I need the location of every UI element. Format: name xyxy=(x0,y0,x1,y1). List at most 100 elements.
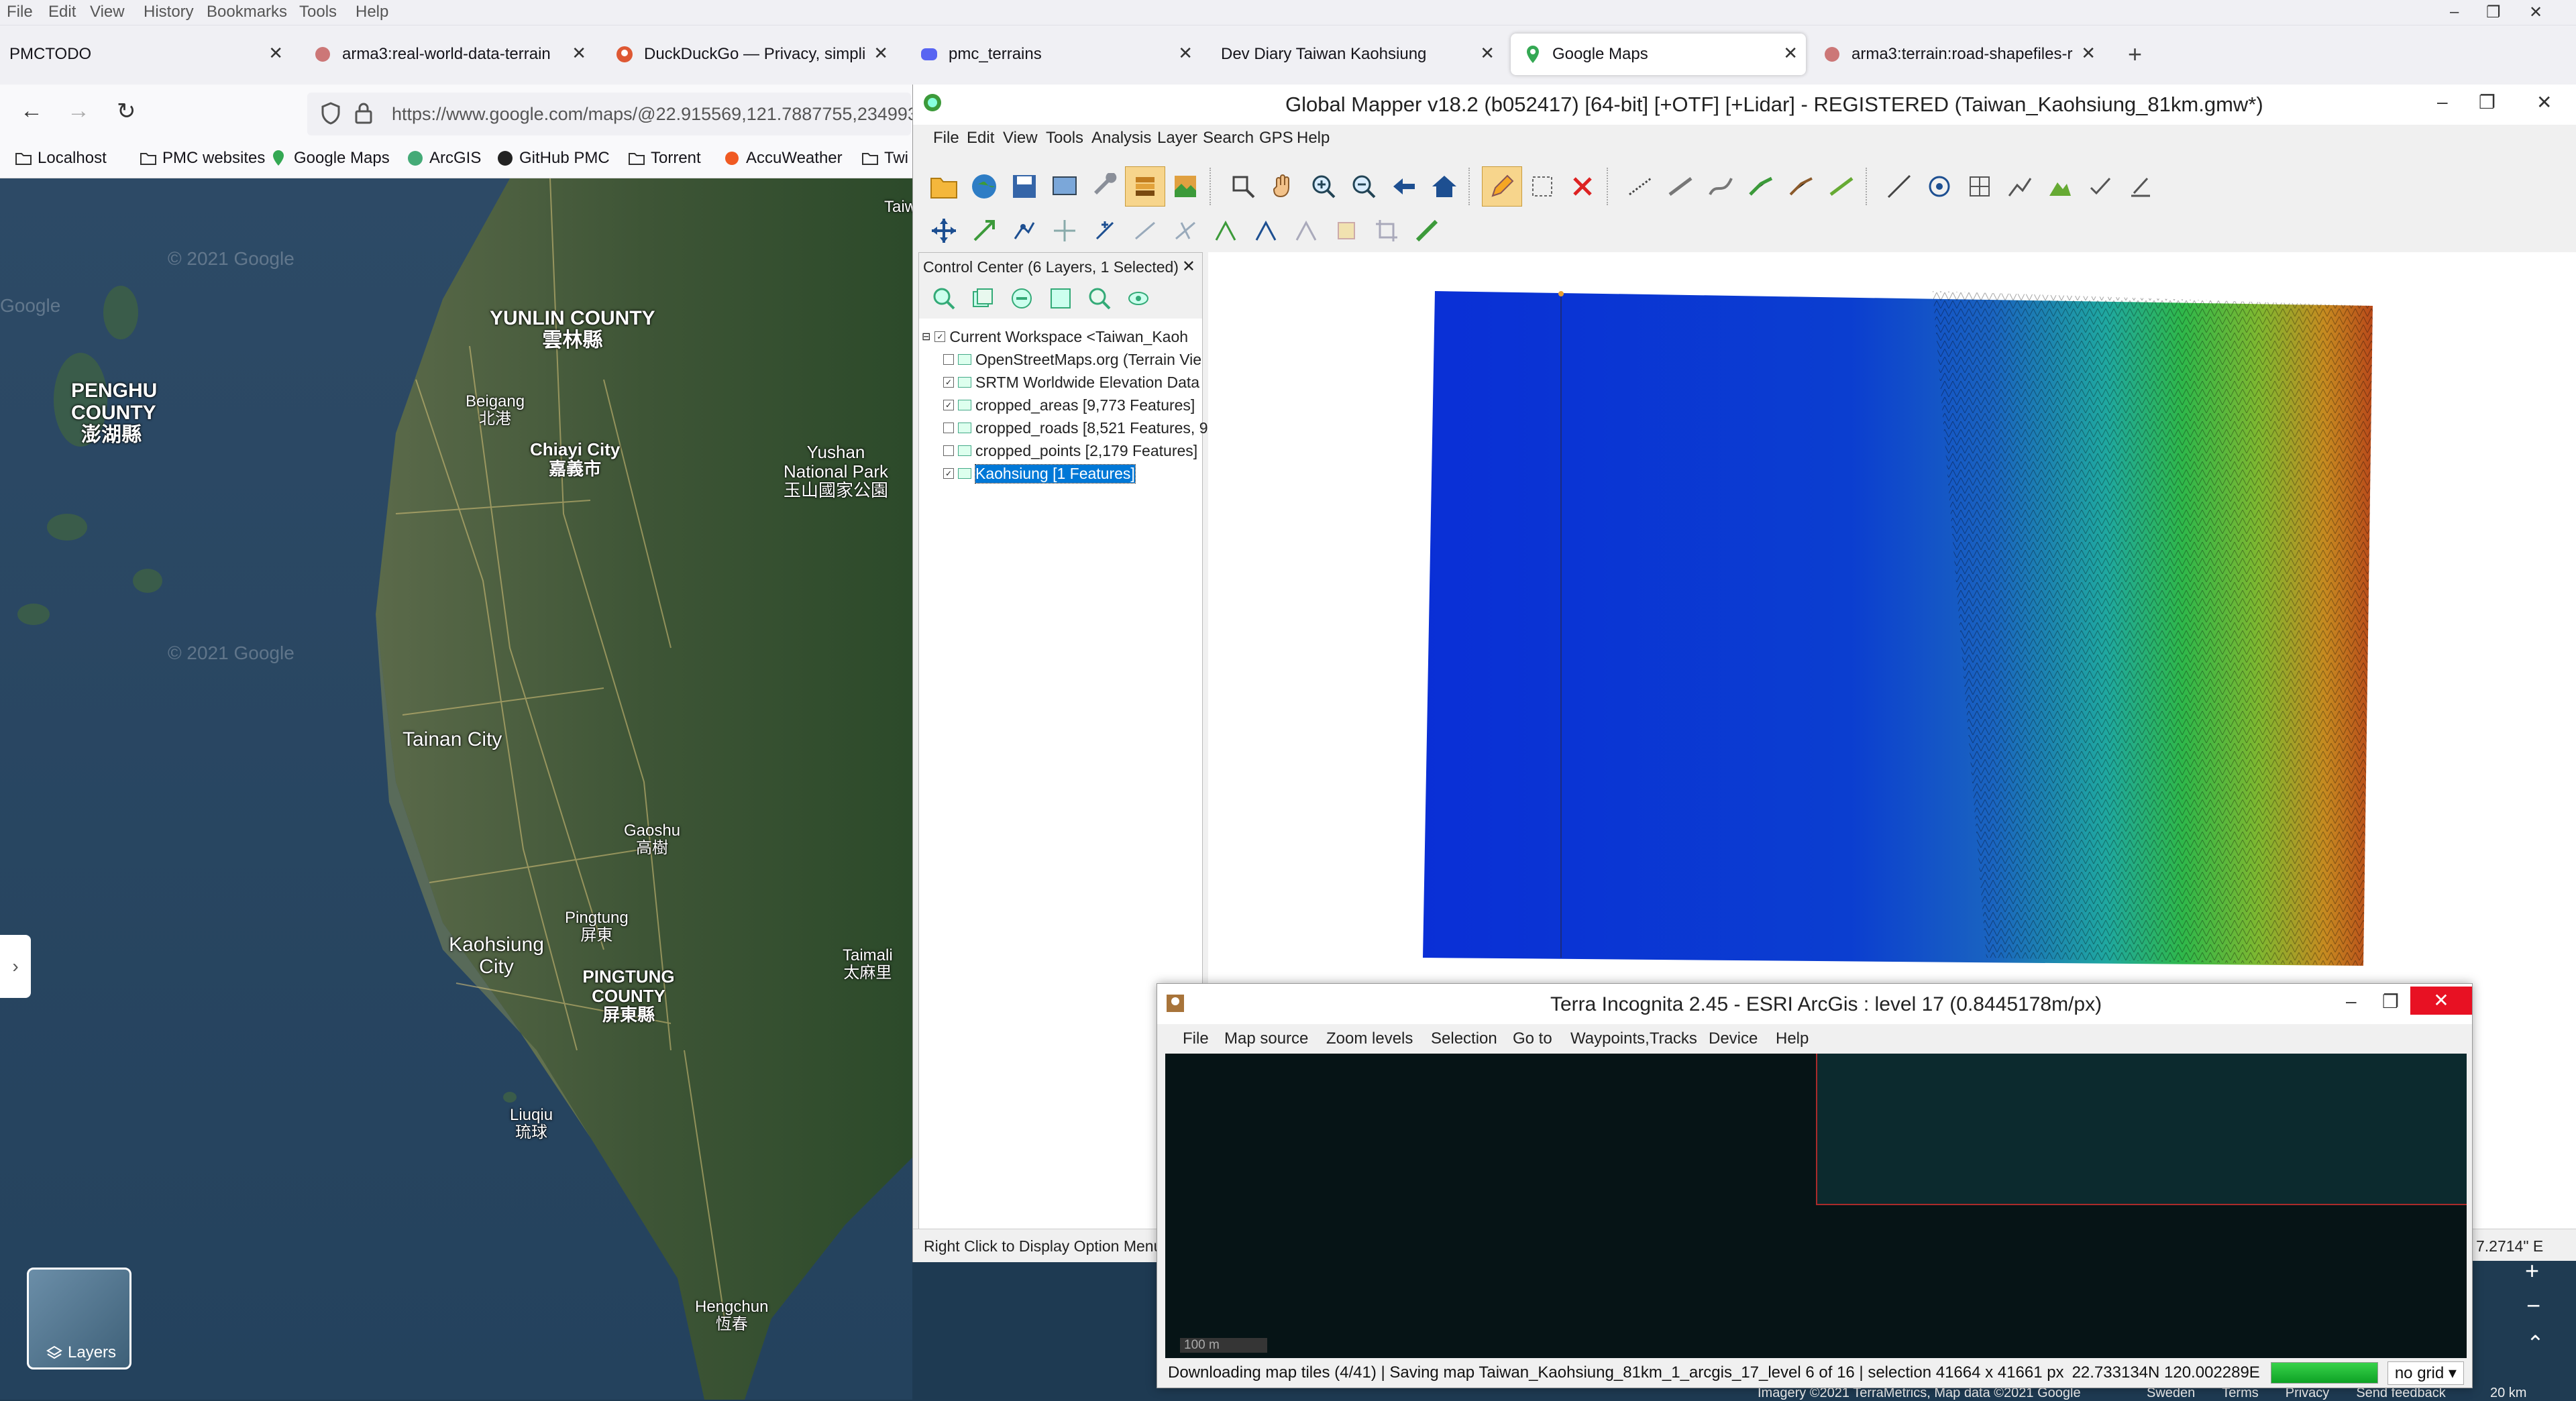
target-icon[interactable] xyxy=(1919,166,1960,207)
checkbox[interactable]: ✓ xyxy=(943,468,954,479)
remove-layer-icon[interactable] xyxy=(1004,278,1040,319)
digitizer-pencil-icon[interactable] xyxy=(1482,166,1522,207)
gm-menu-edit[interactable]: Edit xyxy=(967,129,994,148)
move-icon[interactable] xyxy=(924,211,964,251)
bookmark-github-pmc[interactable]: GitHub PMC xyxy=(496,149,610,168)
ti-menu-go-to[interactable]: Go to xyxy=(1513,1029,1552,1048)
ruler-icon[interactable] xyxy=(1407,211,1447,251)
new-tab-icon[interactable]: + xyxy=(2128,40,2142,68)
close-button[interactable]: ✕ xyxy=(2410,987,2472,1015)
tab-close-icon[interactable]: ✕ xyxy=(1480,43,1495,64)
edit-icon[interactable] xyxy=(2121,166,2161,207)
layer-cropped-points[interactable]: cropped_points [2,179 Features] xyxy=(919,439,1202,462)
tab-close-icon[interactable]: ✕ xyxy=(268,43,283,64)
checkbox[interactable] xyxy=(943,423,954,433)
home-icon[interactable] xyxy=(1424,166,1464,207)
restore-icon[interactable]: ❐ xyxy=(2382,991,2399,1013)
gm-menu-layer[interactable]: Layer xyxy=(1157,129,1197,148)
checkbox[interactable] xyxy=(943,445,954,456)
tab-arma3-real-world[interactable]: arma3:real-world-data-terrain-m ✕ xyxy=(313,34,594,75)
save-icon[interactable] xyxy=(1004,166,1044,207)
layer-kaohsiung[interactable]: ✓ Kaohsiung [1 Features] xyxy=(919,462,1202,485)
gm-menu-help[interactable]: Help xyxy=(1297,129,1330,148)
tab-google-maps[interactable]: Google Maps ✕ xyxy=(1511,34,1806,75)
join-icon[interactable] xyxy=(1246,211,1286,251)
vertex-edit-icon[interactable] xyxy=(1004,211,1044,251)
google-map-canvas[interactable]: YUNLIN COUNTY 雲林縣 PENGHU COUNTY 澎湖縣 Beigan… xyxy=(0,178,912,1400)
menu-bookmarks[interactable]: Bookmarks xyxy=(207,3,287,21)
minimize-icon[interactable]: – xyxy=(2450,3,2459,21)
layer-openstreetmaps[interactable]: OpenStreetMaps.org (Terrain Vie xyxy=(919,348,1202,371)
gm-menu-gps[interactable]: GPS xyxy=(1259,129,1293,148)
tab-dev-diary[interactable]: Dev Diary Taiwan Kaohsiung ✕ xyxy=(1221,34,1503,75)
ti-menu-map-source[interactable]: Map source xyxy=(1224,1029,1308,1048)
add-vertex-icon[interactable] xyxy=(1085,211,1125,251)
menu-edit[interactable]: Edit xyxy=(48,3,76,21)
menu-tools[interactable]: Tools xyxy=(299,3,337,21)
resize-icon[interactable] xyxy=(964,211,1004,251)
zoom-out-icon[interactable]: − xyxy=(2526,1292,2540,1320)
check-icon[interactable] xyxy=(2080,166,2121,207)
restore-icon[interactable]: ❐ xyxy=(2479,91,2496,113)
collapse-side-panel-button[interactable]: › xyxy=(0,935,31,998)
zoom-to-layer-icon[interactable] xyxy=(926,278,962,319)
close-icon[interactable]: ✕ xyxy=(1182,257,1195,276)
select-area-icon[interactable] xyxy=(1522,166,1562,207)
ti-menu-waypoints[interactable]: Waypoints,Tracks xyxy=(1570,1029,1697,1048)
draw-path-icon[interactable] xyxy=(1781,166,1821,207)
checkbox[interactable]: ✓ xyxy=(943,377,954,388)
layer-srtm[interactable]: ✓ SRTM Worldwide Elevation Data xyxy=(919,371,1202,394)
shape-icon[interactable] xyxy=(1326,211,1366,251)
gm-menu-analysis[interactable]: Analysis xyxy=(1091,129,1151,148)
screen-icon[interactable] xyxy=(1044,166,1085,207)
zoom-tool-icon[interactable] xyxy=(1223,166,1263,207)
bookmark-localhost[interactable]: Localhost xyxy=(15,149,107,168)
tab-close-icon[interactable]: ✕ xyxy=(1783,43,1798,64)
layers-button[interactable]: Layers xyxy=(27,1268,131,1369)
bookmark-arcgis[interactable]: ArcGIS xyxy=(407,149,481,168)
tab-close-icon[interactable]: ✕ xyxy=(572,43,586,64)
profile-icon[interactable] xyxy=(2000,166,2040,207)
bookmark-torrent[interactable]: Torrent xyxy=(628,149,701,168)
ti-map-view[interactable]: 100 m xyxy=(1165,1054,2467,1358)
checkbox[interactable]: ✓ xyxy=(943,400,954,410)
minimize-icon[interactable]: – xyxy=(2437,91,2448,113)
grid-icon[interactable] xyxy=(1960,166,2000,207)
chevron-up-icon[interactable]: ⌃ xyxy=(2526,1331,2544,1356)
tab-pmc-terrains[interactable]: pmc_terrains ✕ xyxy=(919,34,1201,75)
back-icon[interactable]: ← xyxy=(20,98,43,124)
layers-icon[interactable] xyxy=(1125,166,1165,207)
bookmark-pmc-websites[interactable]: PMC websites xyxy=(140,149,265,168)
wrench-icon[interactable] xyxy=(1085,166,1125,207)
draw-line-icon[interactable] xyxy=(1660,166,1701,207)
checkbox[interactable]: ✓ xyxy=(934,331,946,342)
line-segment-icon[interactable] xyxy=(1125,211,1165,251)
copy-layer-icon[interactable] xyxy=(965,278,1001,319)
layer-search-icon[interactable] xyxy=(1081,278,1118,319)
ti-menu-file[interactable]: File xyxy=(1183,1029,1209,1048)
tab-close-icon[interactable]: ✕ xyxy=(873,43,888,64)
zoom-in-icon[interactable]: + xyxy=(2525,1257,2539,1285)
globe-icon[interactable] xyxy=(964,166,1004,207)
terrain-icon[interactable] xyxy=(2040,166,2080,207)
ti-menu-device[interactable]: Device xyxy=(1709,1029,1758,1048)
reload-icon[interactable]: ↻ xyxy=(117,98,136,125)
pan-hand-icon[interactable] xyxy=(1263,166,1303,207)
zoom-in-icon[interactable] xyxy=(1303,166,1344,207)
close-icon[interactable]: ✕ xyxy=(2529,3,2542,22)
ti-menu-zoom-levels[interactable]: Zoom levels xyxy=(1326,1029,1413,1048)
gm-menu-search[interactable]: Search xyxy=(1203,129,1254,148)
menu-file[interactable]: File xyxy=(7,3,33,21)
restore-icon[interactable]: ❐ xyxy=(2486,3,2501,22)
gm-menu-tools[interactable]: Tools xyxy=(1046,129,1083,148)
raster-map-icon[interactable] xyxy=(1165,166,1205,207)
back-arrow-icon[interactable] xyxy=(1384,166,1424,207)
forward-icon[interactable]: → xyxy=(67,98,90,124)
minimize-icon[interactable]: – xyxy=(2346,991,2357,1012)
measure-icon[interactable] xyxy=(1879,166,1919,207)
zoom-out-icon[interactable] xyxy=(1344,166,1384,207)
gm-menu-view[interactable]: View xyxy=(1003,129,1038,148)
workspace-node[interactable]: ⊟ ✓ Current Workspace <Taiwan_Kaoh xyxy=(919,325,1202,348)
layer-options-icon[interactable] xyxy=(1042,278,1079,319)
delete-x-icon[interactable] xyxy=(1562,166,1603,207)
